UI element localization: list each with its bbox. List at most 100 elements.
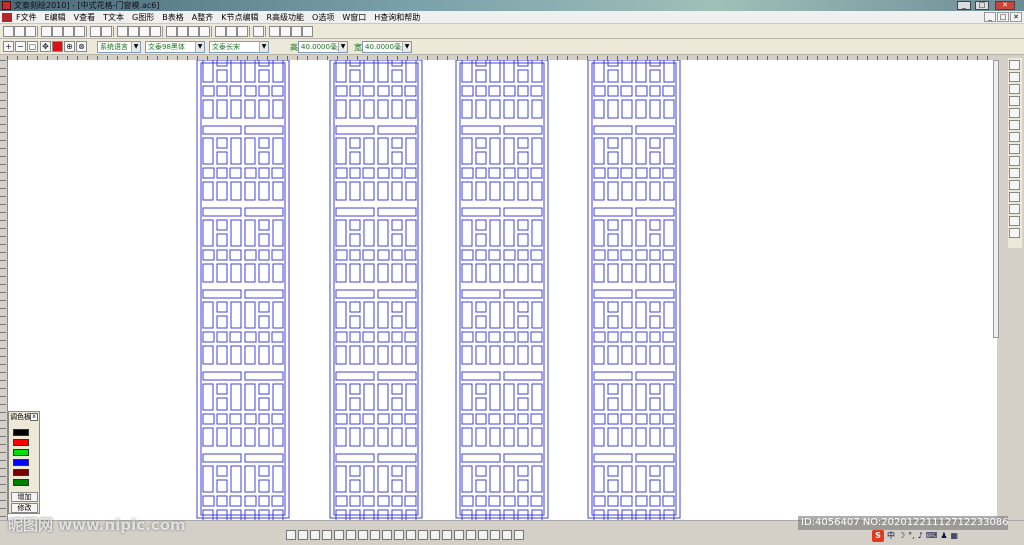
maximize-button[interactable]: □ [975,1,989,10]
align-center-icon[interactable] [280,26,291,37]
mdi-restore-button[interactable]: □ [997,12,1009,22]
table-icon[interactable] [1009,144,1020,154]
arrange-icon[interactable] [1009,216,1020,226]
font-icon[interactable] [1009,228,1020,238]
minimize-button[interactable]: _ [957,1,971,10]
menu-item[interactable]: T文本 [103,11,124,24]
zoom-out-icon[interactable]: − [15,41,26,52]
mdi-close-button[interactable]: ✕ [1010,12,1022,22]
add-color-button[interactable]: 增加 [11,492,38,502]
align-left-icon[interactable] [269,26,280,37]
align-tool-icon[interactable] [466,530,476,540]
open-icon[interactable] [14,26,25,37]
help-icon[interactable] [199,26,210,37]
color-swatch[interactable] [13,469,29,476]
menu-item[interactable]: V查看 [74,11,95,24]
align-tool-icon[interactable] [454,530,464,540]
drawing-canvas[interactable] [7,60,997,520]
zoom-region-icon[interactable]: ⊕ [64,41,75,52]
color-swatch[interactable] [13,479,29,486]
color-fill-icon[interactable] [52,41,63,52]
menu-item[interactable]: A整齐 [192,11,213,24]
redo-icon[interactable] [101,26,112,37]
align-tool-icon[interactable] [298,530,308,540]
bulb-icon[interactable] [188,26,199,37]
paste-icon[interactable] [63,26,74,37]
shape-icon[interactable] [226,26,237,37]
save-icon[interactable] [25,26,36,37]
menu-item[interactable]: W窗口 [342,11,366,24]
color-swatch[interactable] [13,449,29,456]
align-tool-icon[interactable] [286,530,296,540]
align-tool-icon[interactable] [382,530,392,540]
close-icon[interactable]: x [30,413,38,421]
align-tool-icon[interactable] [490,530,500,540]
bucket-icon[interactable] [1009,168,1020,178]
print-icon[interactable] [117,26,128,37]
menu-item[interactable]: R高级功能 [266,11,304,24]
language-select[interactable]: 系统语言 ▼ [97,41,141,53]
font-style-select[interactable]: 文泰长宋 ▼ [209,41,269,53]
output-icon[interactable] [139,26,150,37]
zoom-page-icon[interactable]: ▢ [27,41,38,52]
color-swatch[interactable] [13,439,29,446]
frame-icon[interactable] [253,26,264,37]
justify-icon[interactable] [302,26,313,37]
align-tool-icon[interactable] [406,530,416,540]
close-button[interactable]: ✕ [995,1,1015,10]
shape-icon[interactable] [1009,132,1020,142]
menu-item[interactable]: B表格 [162,11,184,24]
line-icon[interactable] [237,26,248,37]
triangle-icon[interactable] [1009,120,1020,130]
copy-icon[interactable] [52,26,63,37]
layers-icon[interactable] [1009,180,1020,190]
mdi-minimize-button[interactable]: _ [984,12,996,22]
menu-item[interactable]: K节点编辑 [221,11,258,24]
align-tool-icon[interactable] [370,530,380,540]
font-name-select[interactable]: 文泰98黑体 ▼ [145,41,205,53]
align-tool-icon[interactable] [346,530,356,540]
align-tool-icon[interactable] [394,530,404,540]
palette-icon[interactable] [1009,156,1020,166]
align-tool-icon[interactable] [334,530,344,540]
zoom-all-icon[interactable]: ⊗ [76,41,87,52]
menu-item[interactable]: G图形 [132,11,154,24]
height-input[interactable]: 40.0000毫米 ▼ [298,41,348,53]
align-tool-icon[interactable] [478,530,488,540]
vertical-scrollbar[interactable] [993,60,999,338]
rect-tool-icon[interactable] [1009,96,1020,106]
new-icon[interactable] [3,26,14,37]
align-tool-icon[interactable] [502,530,512,540]
edit-color-button[interactable]: 修改 [11,503,38,513]
menu-item[interactable]: E编辑 [45,11,66,24]
align-tool-icon[interactable] [442,530,452,540]
fill-icon[interactable] [1009,108,1020,118]
undo-icon[interactable] [90,26,101,37]
zoom-in-icon[interactable]: + [3,41,14,52]
menu-item[interactable]: O选项 [312,11,334,24]
text-icon[interactable] [215,26,226,37]
align-tool-icon[interactable] [418,530,428,540]
align-tool-icon[interactable] [358,530,368,540]
node-tool-icon[interactable] [1009,84,1020,94]
cut-icon[interactable] [41,26,52,37]
text-tool-icon[interactable] [1009,72,1020,82]
preview-icon[interactable] [128,26,139,37]
menu-item[interactable]: F文件 [16,11,37,24]
align-tool-icon[interactable] [322,530,332,540]
menu-item[interactable]: H查询和帮助 [374,11,420,24]
color-swatch[interactable] [13,429,29,436]
align-right-icon[interactable] [291,26,302,37]
tool-icon[interactable] [177,26,188,37]
node-icon[interactable] [166,26,177,37]
align-tool-icon[interactable] [430,530,440,540]
align-tool-icon[interactable] [514,530,524,540]
align-tool-icon[interactable] [310,530,320,540]
width-input[interactable]: 40.0000毫米 ▼ [362,41,412,53]
effect-icon[interactable] [1009,204,1020,214]
script-icon[interactable] [1009,192,1020,202]
delete-icon[interactable] [74,26,85,37]
color-swatch[interactable] [13,459,29,466]
scan-icon[interactable] [150,26,161,37]
pointer-icon[interactable] [1009,60,1020,70]
